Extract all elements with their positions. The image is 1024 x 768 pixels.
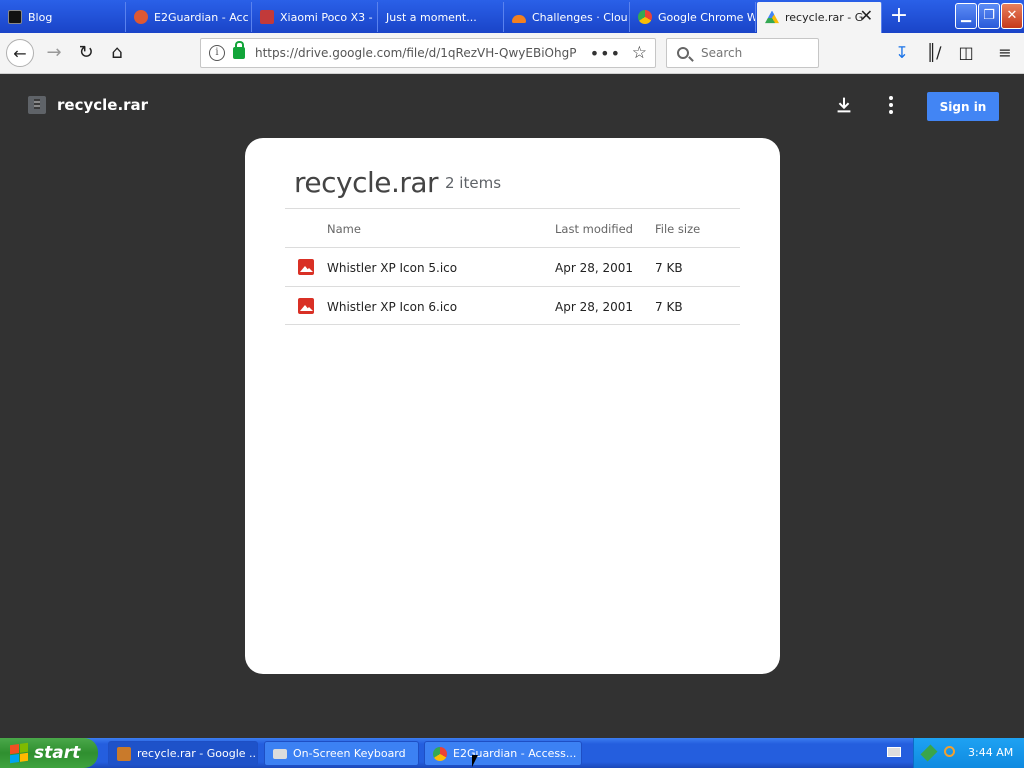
reload-icon[interactable]: ↻ — [72, 39, 100, 67]
search-tray-icon[interactable] — [944, 746, 955, 757]
bookmark-star-icon[interactable]: ☆ — [632, 43, 647, 63]
tab-xiaomi[interactable]: Xiaomi Poco X3 - l — [252, 2, 378, 32]
clock[interactable]: 3:44 AM — [968, 746, 1013, 759]
file-modified: Apr 28, 2001 — [555, 261, 634, 275]
taskbar-item-e2guardian[interactable]: E2Guardian - Access... — [424, 741, 582, 766]
tab-label: E2Guardian - Acc — [154, 10, 249, 24]
chrome-icon — [433, 746, 447, 761]
tab-label: Just a moment... — [386, 10, 477, 24]
url-text[interactable]: https://drive.google.com/file/d/1qRezVH-… — [255, 46, 595, 60]
archive-title: recycle.rar — [294, 166, 439, 199]
firefox-icon — [117, 746, 131, 761]
keyboard-icon — [273, 748, 287, 759]
duckduckgo-favicon-icon — [134, 10, 148, 24]
more-options-icon[interactable] — [884, 94, 898, 116]
cloudflare-favicon-icon — [512, 15, 526, 23]
image-file-icon — [298, 259, 314, 275]
tab-challenges[interactable]: Challenges · Clou — [504, 2, 630, 32]
tab-just-a-moment[interactable]: Just a moment... — [378, 2, 504, 32]
tab-blog[interactable]: Blog — [0, 2, 126, 32]
blog-favicon-icon — [8, 10, 22, 24]
page-actions-icon[interactable]: ••• — [590, 44, 621, 63]
taskbar-item-recycle-rar[interactable]: recycle.rar - Google ... — [108, 741, 258, 766]
tab-close-icon[interactable]: ✕ — [860, 8, 873, 24]
windows-logo-icon — [10, 742, 28, 764]
forward-arrow-icon[interactable]: → — [40, 39, 68, 67]
tab-label: Blog — [28, 10, 53, 24]
column-name: Name — [327, 222, 361, 236]
sign-in-button[interactable]: Sign in — [927, 92, 999, 121]
restore-button[interactable]: ❐ — [978, 3, 1000, 29]
search-box[interactable] — [666, 38, 819, 68]
taskbar-item-label: On-Screen Keyboard — [293, 747, 406, 760]
file-modified: Apr 28, 2001 — [555, 300, 634, 314]
close-window-button[interactable]: ✕ — [1001, 3, 1023, 29]
file-size: 7 KB — [655, 300, 683, 314]
file-list-header: Name Last modified File size — [285, 208, 740, 247]
network-icon[interactable] — [920, 744, 938, 762]
tab-google-chrome[interactable]: Google Chrome W — [630, 2, 756, 32]
system-tray: 3:44 AM — [913, 738, 1024, 768]
file-size: 7 KB — [655, 261, 683, 275]
file-name: Whistler XP Icon 6.ico — [327, 300, 458, 314]
keyboard-language-icon[interactable] — [887, 747, 901, 757]
xiaomi-favicon-icon — [260, 10, 274, 24]
column-file-size: File size — [655, 222, 701, 236]
file-row[interactable]: Whistler XP Icon 6.ico Apr 28, 2001 7 KB — [285, 286, 740, 325]
menu-icon[interactable]: ≡ — [993, 41, 1017, 65]
browser-tab-strip: Blog E2Guardian - Acc Xiaomi Poco X3 - l… — [0, 0, 1024, 33]
file-row[interactable]: Whistler XP Icon 5.ico Apr 28, 2001 7 KB — [285, 247, 740, 286]
tab-label: Google Chrome W — [658, 10, 756, 24]
search-icon — [677, 47, 689, 59]
start-button[interactable]: start — [0, 738, 98, 768]
minimize-button[interactable]: ▁ — [955, 3, 977, 29]
new-tab-button[interactable]: + — [886, 4, 912, 30]
download-icon[interactable] — [833, 94, 855, 116]
address-bar[interactable]: i https://drive.google.com/file/d/1qRezV… — [200, 38, 656, 68]
tab-label: Xiaomi Poco X3 - l — [280, 10, 378, 24]
archive-preview-card: recycle.rar 2 items Name Last modified F… — [245, 138, 780, 674]
tab-label: recycle.rar - G — [785, 11, 864, 24]
chrome-favicon-icon — [638, 10, 652, 24]
downloads-icon[interactable]: ↧ — [890, 41, 914, 65]
taskbar-item-label: recycle.rar - Google ... — [137, 747, 258, 760]
library-icon[interactable]: ║∕ — [922, 41, 946, 65]
mouse-cursor-icon — [472, 755, 478, 767]
file-title: recycle.rar — [57, 96, 149, 114]
drive-header: recycle.rar Sign in — [0, 74, 1024, 138]
taskbar: start recycle.rar - Google ... On-Screen… — [0, 738, 1024, 768]
google-drive-favicon-icon — [765, 10, 779, 24]
file-list: Name Last modified File size Whistler XP… — [285, 208, 740, 325]
image-file-icon — [298, 298, 314, 314]
tab-label: Challenges · Clou — [532, 10, 628, 24]
tab-recycle-rar[interactable]: recycle.rar - G ✕ — [757, 2, 882, 33]
archive-file-icon — [28, 96, 46, 114]
site-info-icon[interactable]: i — [209, 45, 225, 61]
start-label: start — [34, 743, 81, 763]
tab-e2guardian[interactable]: E2Guardian - Acc — [126, 2, 252, 32]
sidebar-icon[interactable]: ◫ — [954, 41, 978, 65]
file-name: Whistler XP Icon 5.ico — [327, 261, 458, 275]
item-count: 2 items — [445, 174, 502, 192]
column-last-modified: Last modified — [555, 222, 633, 236]
back-arrow-icon[interactable]: ← — [6, 39, 34, 67]
search-input[interactable] — [701, 46, 811, 60]
home-icon[interactable]: ⌂ — [103, 39, 131, 67]
navigation-bar: ← → ↻ ⌂ i https://drive.google.com/file/… — [0, 33, 1024, 74]
taskbar-item-on-screen-keyboard[interactable]: On-Screen Keyboard — [264, 741, 419, 766]
lock-icon[interactable] — [233, 41, 245, 59]
